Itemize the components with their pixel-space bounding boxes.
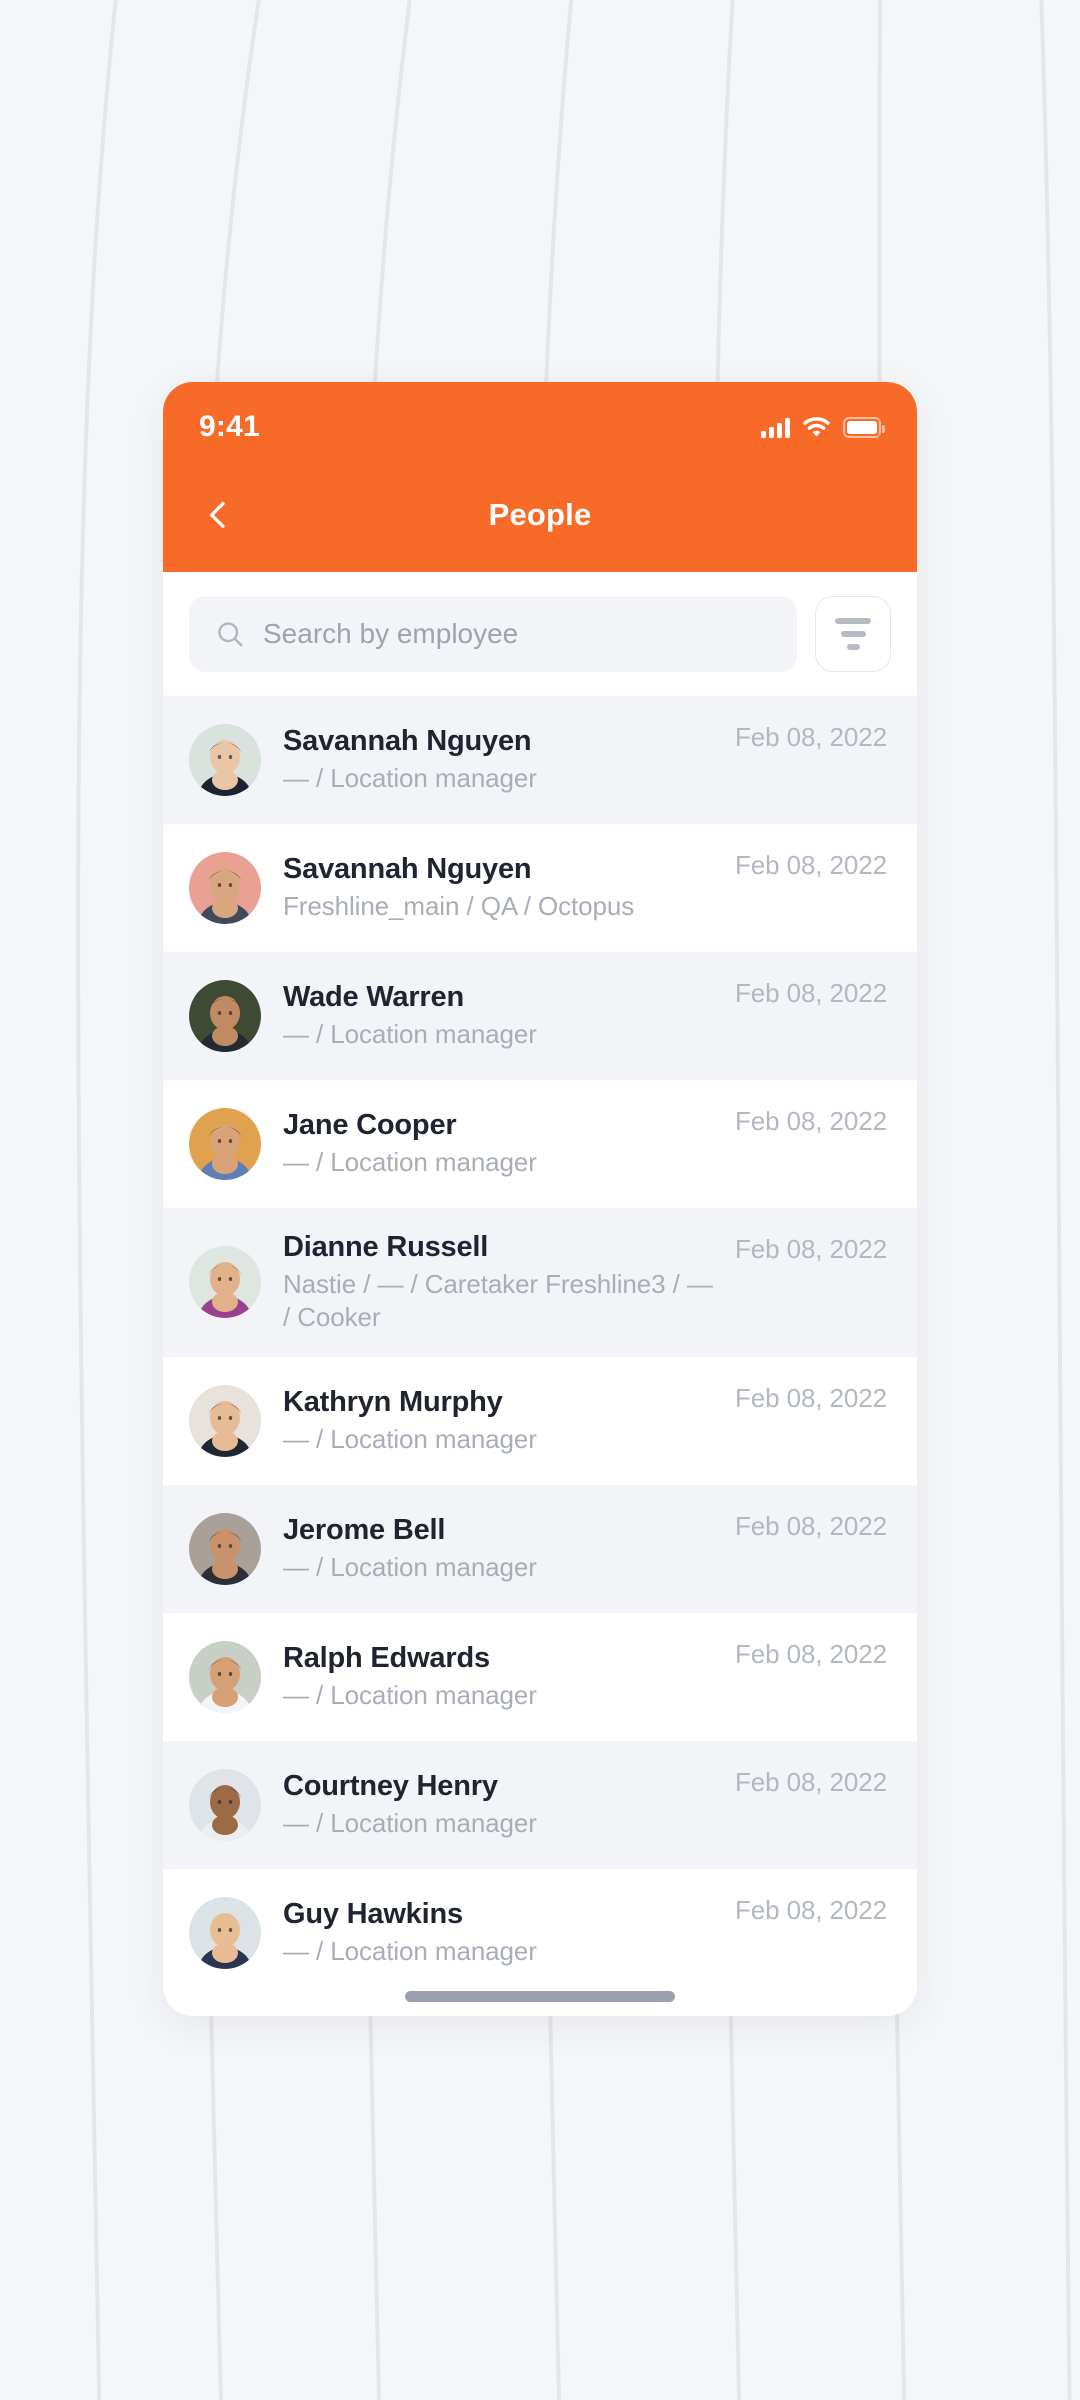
filter-icon-bar-3 <box>846 644 860 650</box>
person-row[interactable]: Jane Cooper — / Location manager Feb 08, 2… <box>163 1080 917 1208</box>
back-button[interactable] <box>189 486 247 544</box>
person-date: Feb 08, 2022 <box>734 722 887 752</box>
person-role-path: — / Location manager <box>283 1019 537 1050</box>
person-row[interactable]: Courtney Henry — / Location manager Feb 08… <box>163 1740 917 1869</box>
person-info: Savannah Nguyen Freshline_main / QA / Oct… <box>283 852 713 923</box>
navigation-bar: People <box>163 458 917 572</box>
person-role-path: Freshline_main / QA / Octopus <box>283 891 635 922</box>
person-name: Jane Cooper <box>283 1109 457 1142</box>
person-name: Kathryn Murphy <box>283 1386 503 1418</box>
person-name: Savannah Nguyen <box>283 853 532 886</box>
person-info: Guy Hawkins — / Location manager <box>283 1897 713 1968</box>
person-info: Kathryn Murphy — / Location manager <box>283 1385 713 1456</box>
person-role-path: Nastie / — / Caretaker Freshline3 / — / … <box>283 1269 713 1333</box>
person-role-path: — / Location manager <box>283 1147 537 1178</box>
person-info: Jane Cooper — / Location manager <box>283 1108 713 1179</box>
person-name: Wade Warren <box>283 981 464 1014</box>
person-info: Wade Warren — / Location manager <box>283 980 713 1051</box>
search-bar: Search by employee <box>163 572 917 696</box>
person-name: Dianne Russell <box>283 1231 489 1263</box>
status-bar-icons <box>761 416 885 438</box>
search-icon <box>218 622 243 647</box>
filter-icon-bar-2 <box>840 631 866 637</box>
wifi-icon <box>803 416 830 438</box>
person-role-path: — / Location manager <box>283 763 537 794</box>
person-name: Ralph Edwards <box>283 1642 490 1674</box>
person-date: Feb 08, 2022 <box>734 1766 887 1797</box>
person-row[interactable]: Wade Warren — / Location manager Feb 08, 2… <box>163 952 917 1080</box>
person-date: Feb 08, 2022 <box>734 850 887 880</box>
person-name: Jerome Bell <box>283 1514 446 1546</box>
person-row[interactable]: Savannah Nguyen Freshline_main / QA / Oct… <box>163 824 917 952</box>
home-indicator[interactable] <box>405 1991 675 2002</box>
avatar-dianne-russell <box>189 1246 261 1319</box>
person-role-path: — / Location manager <box>283 1680 537 1711</box>
person-row[interactable]: Kathryn Murphy — / Location manager Feb 08… <box>163 1357 917 1485</box>
phone-screen: 9:41 People Search by employee Savannah … <box>163 382 917 2016</box>
person-info: Savannah Nguyen — / Location manager <box>283 724 713 795</box>
filter-button[interactable] <box>815 596 891 672</box>
avatar-jerome-bell <box>189 1512 261 1585</box>
avatar-guy-hawkins <box>189 1896 261 1969</box>
status-bar: 9:41 <box>163 382 917 458</box>
person-row[interactable]: Jerome Bell — / Location manager Feb 08, 2… <box>163 1484 917 1613</box>
avatar-savannah-nguyen-1 <box>189 724 261 796</box>
app-header: 9:41 People <box>163 382 917 572</box>
filter-icon-bar-1 <box>835 618 871 624</box>
person-date: Feb 08, 2022 <box>734 1382 887 1413</box>
person-role-path: — / Location manager <box>283 1424 537 1455</box>
person-role-path: — / Location manager <box>283 1936 537 1967</box>
person-date: Feb 08, 2022 <box>734 1234 887 1264</box>
person-info: Courtney Henry — / Location manager <box>283 1769 713 1840</box>
person-info: Dianne Russell Nastie / — / Caretaker Fre… <box>283 1230 713 1335</box>
avatar-kathryn-murphy <box>189 1384 261 1457</box>
avatar-jane-cooper <box>189 1108 261 1180</box>
chevron-left-icon <box>209 502 225 528</box>
avatar-ralph-edwards <box>189 1640 261 1713</box>
person-role-path: — / Location manager <box>283 1552 537 1583</box>
person-name: Savannah Nguyen <box>283 725 532 758</box>
person-row[interactable]: Guy Hawkins — / Location manager Feb 08, 2… <box>163 1869 917 1997</box>
avatar-wade-warren <box>189 980 261 1052</box>
avatar-courtney-henry <box>189 1768 261 1841</box>
cellular-signal-icon <box>761 417 790 438</box>
person-role-path: — / Location manager <box>283 1808 537 1839</box>
person-date: Feb 08, 2022 <box>734 978 887 1008</box>
search-placeholder: Search by employee <box>263 618 519 649</box>
person-name: Courtney Henry <box>283 1770 498 1802</box>
avatar-savannah-nguyen-2 <box>189 852 261 924</box>
page-title: People <box>488 497 592 532</box>
person-info: Jerome Bell — / Location manager <box>283 1513 713 1584</box>
person-name: Guy Hawkins <box>283 1898 463 1930</box>
battery-icon <box>843 416 885 438</box>
search-input[interactable]: Search by employee <box>189 596 797 672</box>
person-info: Ralph Edwards — / Location manager <box>283 1641 713 1712</box>
people-list[interactable]: Savannah Nguyen — / Location manager Feb 0… <box>163 696 917 1997</box>
person-row[interactable]: Ralph Edwards — / Location manager Feb 08,… <box>163 1613 917 1741</box>
person-row[interactable]: Savannah Nguyen — / Location manager Feb 0… <box>163 696 917 824</box>
person-date: Feb 08, 2022 <box>734 1638 887 1669</box>
person-date: Feb 08, 2022 <box>734 1510 887 1541</box>
person-row[interactable]: Dianne Russell Nastie / — / Caretaker Fre… <box>163 1208 917 1357</box>
person-date: Feb 08, 2022 <box>734 1106 887 1136</box>
status-bar-time: 9:41 <box>199 410 260 443</box>
person-date: Feb 08, 2022 <box>734 1894 887 1925</box>
